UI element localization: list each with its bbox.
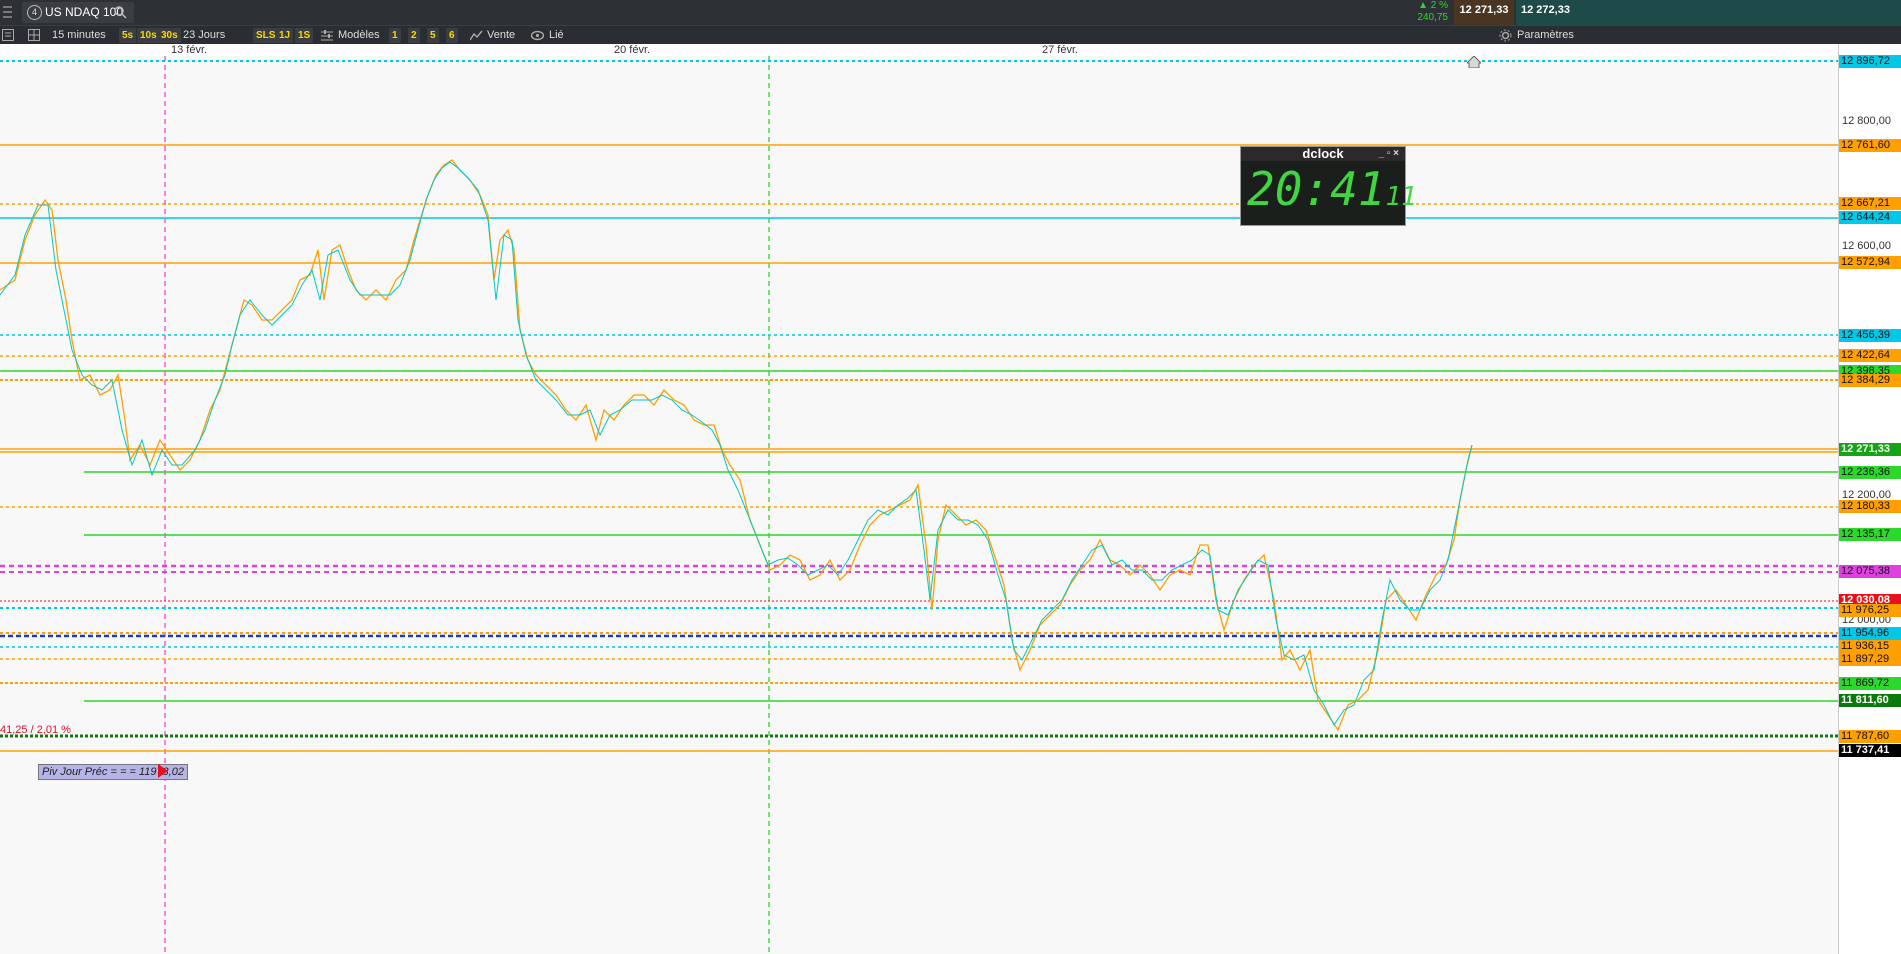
dclock-seconds: 11 xyxy=(1385,182,1417,212)
pivot-arrow-icon xyxy=(158,764,168,778)
price-level-label: 12 422,64 xyxy=(1839,349,1901,362)
price-level-label: 12 667,21 xyxy=(1839,197,1901,210)
dclock-widget[interactable]: dclock _ ▫ × 20:4111 xyxy=(1240,146,1417,226)
axis-tick: 12 800,00 xyxy=(1842,115,1891,127)
price-path xyxy=(0,159,1473,732)
percent-change-label: 41,25 / 2,01 % xyxy=(0,724,71,736)
price-level-label: 12 075,38 xyxy=(1839,565,1901,578)
price-level-label: 12 761,60 xyxy=(1839,139,1901,152)
dclock-time-display: 20:4111 xyxy=(1241,161,1417,225)
price-level-label: 12 180,33 xyxy=(1839,500,1901,513)
price-level-label: 12 572,94 xyxy=(1839,256,1901,269)
window-controls[interactable]: _ ▫ × xyxy=(1378,147,1399,161)
price-level-label: 12 135,17 xyxy=(1839,528,1901,541)
price-level-label: 11 936,15 xyxy=(1839,640,1901,653)
price-level-label: 11 811,60 xyxy=(1839,694,1901,707)
dclock-time: 20:41 xyxy=(1247,162,1386,216)
price-level-label: 12 384,29 xyxy=(1839,374,1901,387)
price-level-label: 11 976,25 xyxy=(1839,604,1901,617)
dclock-title: dclock xyxy=(1302,146,1344,161)
price-level-label: 11 737,41 xyxy=(1839,744,1901,757)
price-level-label: 11 897,29 xyxy=(1839,653,1901,666)
price-level-label: 12 456,39 xyxy=(1839,329,1901,342)
price-path xyxy=(0,161,1473,726)
price-level-label: 12 271,33 xyxy=(1839,443,1901,456)
price-chart-svg xyxy=(0,56,1838,954)
alert-bell-icon[interactable] xyxy=(1467,56,1481,68)
price-level-label: 12 896,72 xyxy=(1839,55,1901,68)
price-level-label: 11 787,60 xyxy=(1839,730,1901,743)
price-level-label: 11 954,96 xyxy=(1839,627,1901,640)
price-level-label: 12 236,36 xyxy=(1839,466,1901,479)
price-level-label: 12 644,24 xyxy=(1839,211,1901,224)
axis-tick: 12 600,00 xyxy=(1842,240,1891,252)
price-level-label: 11 869,72 xyxy=(1839,677,1901,690)
dclock-title-bar[interactable]: dclock _ ▫ × xyxy=(1241,147,1405,161)
